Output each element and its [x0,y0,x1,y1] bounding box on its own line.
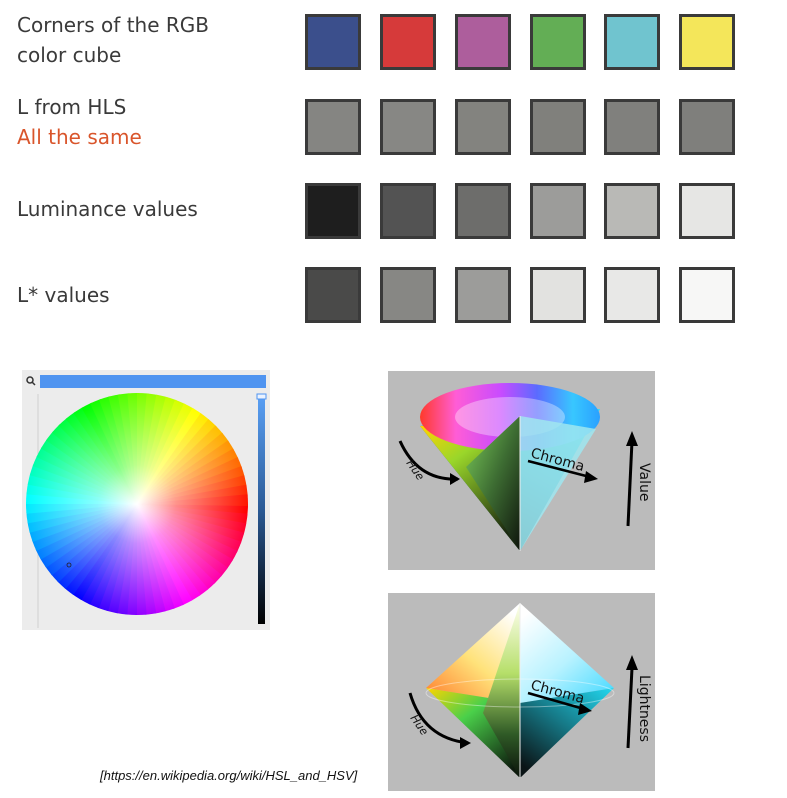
source-citation: [https://en.wikipedia.org/wiki/HSL_and_H… [100,768,358,783]
row-label-rgb-corners: Corners of the RGB color cube [17,10,209,70]
color-swatch [530,267,586,323]
color-swatch [380,267,436,323]
color-swatch [604,14,660,70]
search-icon [26,376,36,386]
color-swatch [604,183,660,239]
row-label-line: L* values [17,283,110,307]
color-wheel[interactable] [25,392,249,616]
color-swatch [530,14,586,70]
hsv-cone-figure: Hue Chroma Value [388,371,655,570]
lightness-label: Lightness [636,675,652,742]
color-swatch [604,267,660,323]
color-swatch [305,99,361,155]
row-label-lstar: L* values [17,280,110,310]
color-swatch [455,99,511,155]
color-swatch [679,267,735,323]
color-swatch [380,99,436,155]
color-swatch [380,14,436,70]
slider-thumb[interactable] [256,393,267,400]
row-label-line: Luminance values [17,197,198,221]
row-label-line: L from HLS [17,95,127,119]
color-swatch [679,183,735,239]
color-picker-panel [22,370,270,630]
row-label-line: Corners of the RGB [17,13,209,37]
search-input[interactable] [40,375,266,388]
color-swatch [530,183,586,239]
value-label: Value [636,463,652,501]
color-swatch [455,183,511,239]
color-swatch [305,183,361,239]
hue-label: Hue [408,712,431,738]
color-swatch [305,267,361,323]
brightness-slider[interactable] [258,396,265,624]
row-label-hls: L from HLS All the same [17,92,142,152]
row-label-line: color cube [17,43,122,67]
row-label-luminance: Luminance values [17,194,198,224]
hsl-bicone [425,603,615,778]
color-picker [25,375,267,628]
color-swatch [530,99,586,155]
color-swatch [679,14,735,70]
color-swatch [679,99,735,155]
color-swatch [604,99,660,155]
accent-note: All the same [17,125,142,149]
color-swatch [455,267,511,323]
color-swatch [455,14,511,70]
color-swatch [305,14,361,70]
color-swatch [380,183,436,239]
hsl-bicone-figure: Hue Chroma Lightness [388,593,655,791]
hue-label: Hue [404,457,427,483]
